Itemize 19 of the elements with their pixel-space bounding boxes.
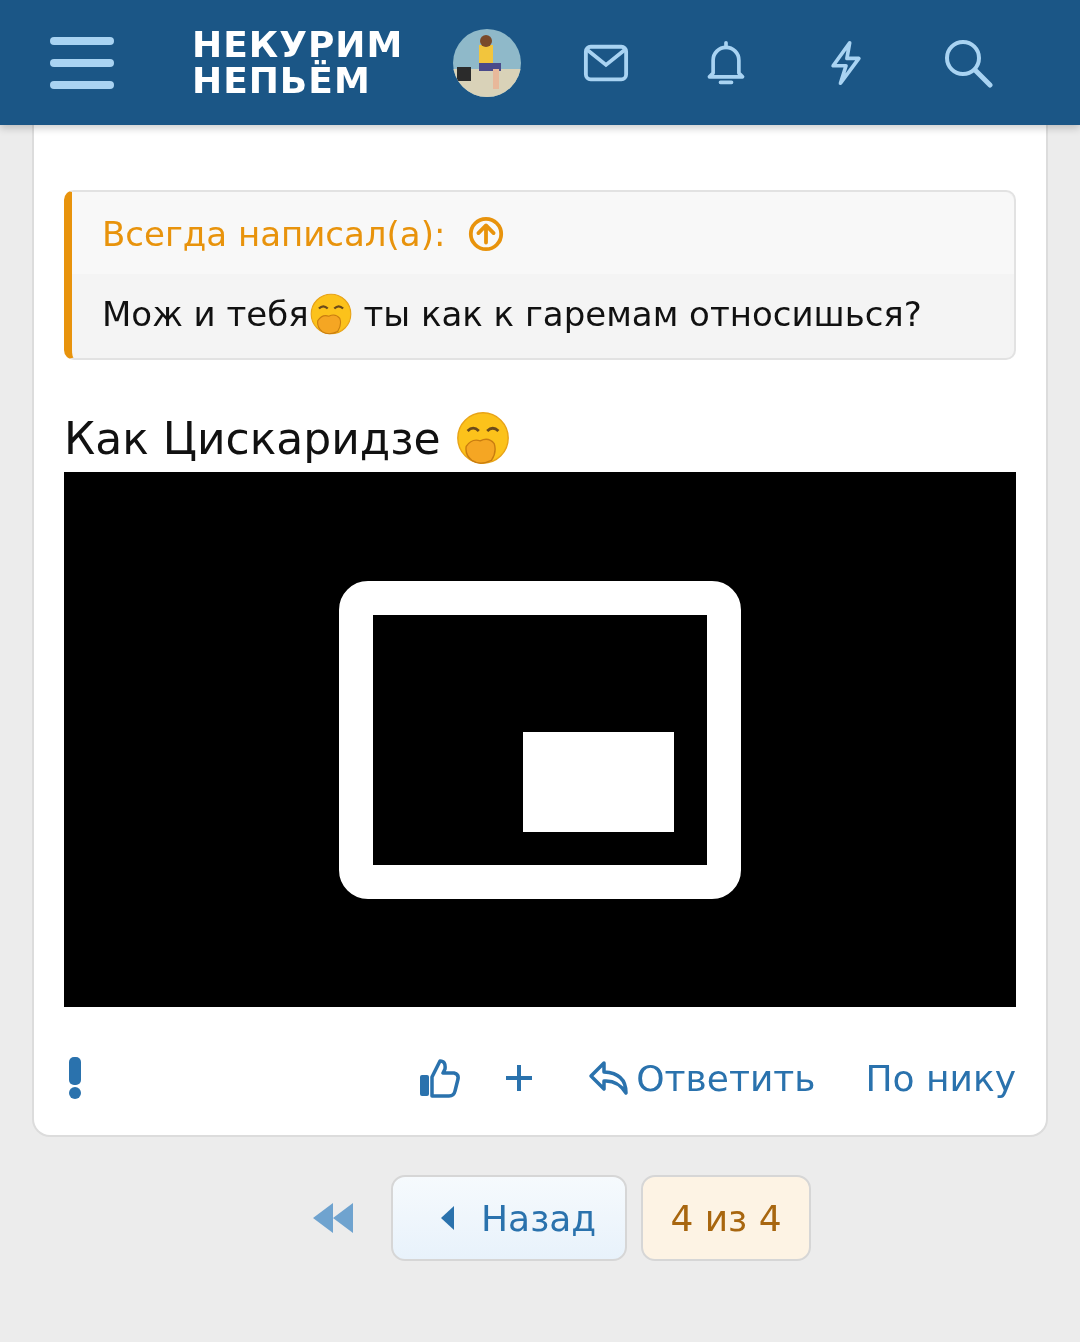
post-text: Как Цискаридзе (64, 412, 442, 464)
report-icon[interactable] (68, 1057, 82, 1099)
reply-button[interactable]: Ответить (588, 1057, 816, 1099)
search-icon[interactable] (943, 37, 994, 88)
plus-icon[interactable] (504, 1063, 535, 1093)
menu-icon[interactable] (50, 34, 114, 91)
by-nick-button[interactable]: По нику (865, 1057, 1016, 1099)
back-button[interactable]: Назад (391, 1175, 627, 1261)
page-indicator[interactable]: 4 из 4 (641, 1175, 811, 1261)
quote-text-start: Мож и тебя (102, 294, 309, 334)
like-icon[interactable] (418, 1057, 461, 1099)
emoji-icon (308, 292, 353, 336)
reply-icon (588, 1059, 631, 1097)
emoji-icon (454, 410, 511, 466)
video-player[interactable] (64, 472, 1016, 1007)
quote-text-end: ты как к гаремам относишься? (362, 294, 922, 334)
site-logo[interactable]: НЕКУРИМ НЕПЬЁМ (192, 26, 404, 99)
caret-icon (441, 1206, 455, 1230)
picture-in-picture-icon (339, 580, 741, 899)
